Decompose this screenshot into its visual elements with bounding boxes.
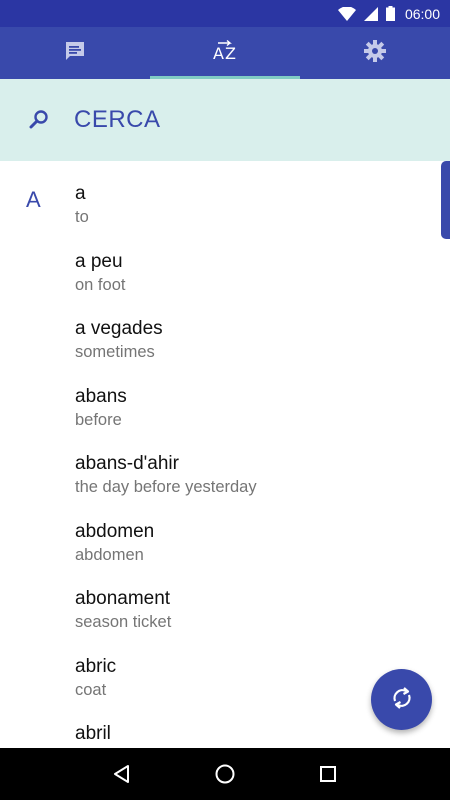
list-item[interactable]: abdomen abdomen <box>75 521 415 581</box>
back-button[interactable] <box>102 754 142 794</box>
entry-word: abril <box>75 723 111 744</box>
tab-settings[interactable] <box>300 27 450 79</box>
entry-word: abonament <box>75 588 171 609</box>
list-item[interactable]: abonament season ticket <box>75 588 415 648</box>
entry-translation: the day before yesterday <box>75 478 257 496</box>
svg-text:Z: Z <box>225 44 236 63</box>
entry-translation: abdomen <box>75 546 144 564</box>
status-bar: 06:00 <box>0 0 450 27</box>
signal-icon <box>363 6 378 21</box>
battery-icon <box>385 6 395 21</box>
list-item[interactable]: abric coat <box>75 656 415 716</box>
scrollbar-handle[interactable] <box>441 161 450 239</box>
word-list: A a to a peu on foot a vegades sometimes… <box>0 161 450 748</box>
chat-bubble-icon <box>64 40 86 66</box>
tab-bar: A Z <box>0 27 450 79</box>
back-icon <box>113 765 129 783</box>
search-bar <box>0 79 450 161</box>
list-item[interactable]: a peu on foot <box>75 251 415 311</box>
sort-az-icon: A Z <box>212 39 238 67</box>
entry-word: a <box>75 183 86 204</box>
home-icon <box>215 764 235 784</box>
list-item[interactable]: abans before <box>75 386 415 446</box>
list-item[interactable]: a to <box>75 183 415 243</box>
list-item[interactable]: abril <box>75 723 415 748</box>
entry-translation: to <box>75 208 89 226</box>
entry-word: abans <box>75 386 127 407</box>
list-item[interactable]: a vegades sometimes <box>75 318 415 378</box>
recents-button[interactable] <box>308 754 348 794</box>
entry-word: a vegades <box>75 318 163 339</box>
search-input[interactable] <box>74 106 394 134</box>
entry-translation: season ticket <box>75 613 172 631</box>
entry-word: abric <box>75 656 117 677</box>
home-button[interactable] <box>205 754 245 794</box>
recents-icon <box>320 766 337 782</box>
search-icon[interactable] <box>28 109 70 131</box>
status-time: 06:00 <box>404 5 440 22</box>
entry-translation: on foot <box>75 276 126 294</box>
entry-word: a peu <box>75 251 123 272</box>
section-letter: A <box>26 187 41 212</box>
tab-messages[interactable] <box>0 27 150 79</box>
entry-translation: sometimes <box>75 343 155 361</box>
entry-word: abdomen <box>75 521 155 542</box>
wifi-icon <box>337 6 356 21</box>
entry-translation: before <box>75 411 122 429</box>
tab-az[interactable]: A Z <box>150 27 300 79</box>
sync-button[interactable] <box>371 669 432 730</box>
sync-icon <box>389 685 415 715</box>
entry-word: abans-d'ahir <box>75 453 179 474</box>
navigation-bar <box>0 748 450 800</box>
list-item[interactable]: abans-d'ahir the day before yesterday <box>75 453 415 513</box>
svg-text:A: A <box>213 44 224 63</box>
gear-icon <box>363 39 387 67</box>
entry-translation: coat <box>75 681 107 699</box>
